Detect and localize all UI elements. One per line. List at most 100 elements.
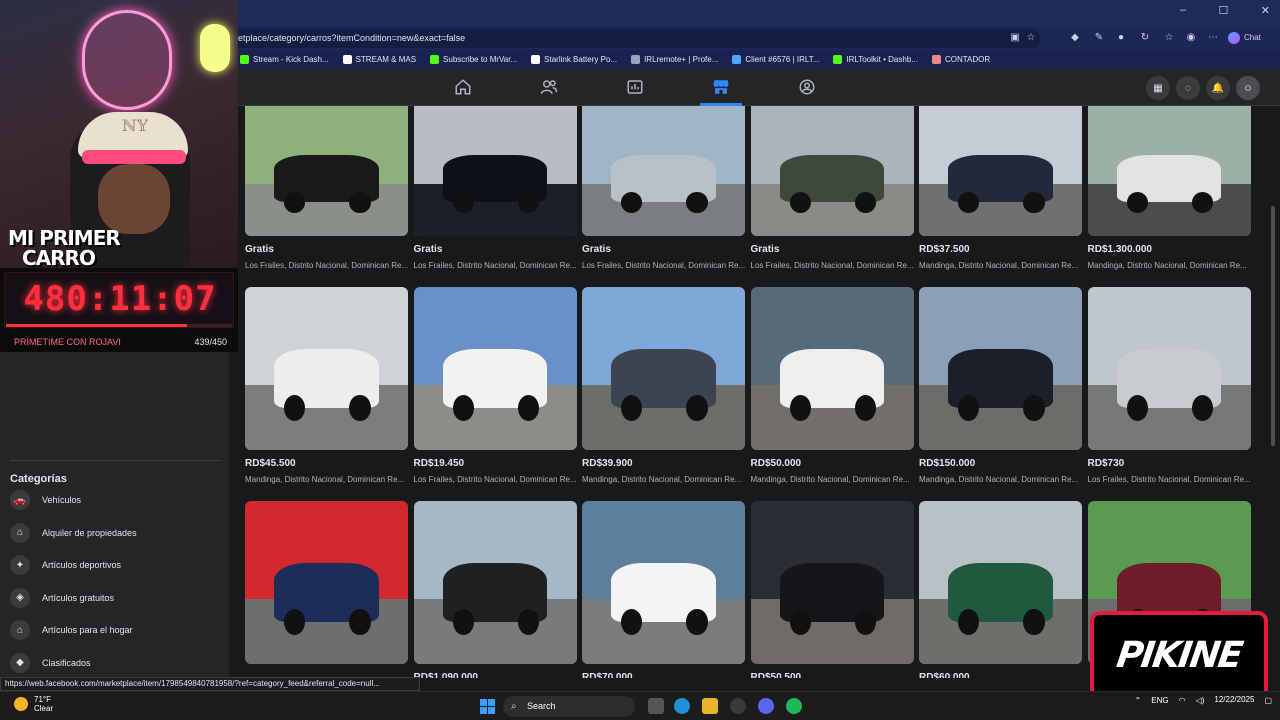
listing-card[interactable]: Gratis Los Frailes, Distrito Nacional, Do… xyxy=(245,106,408,270)
listing-photo[interactable] xyxy=(582,501,745,664)
bookmark-item[interactable]: STREAM & MAS xyxy=(342,54,416,64)
bookmark-item[interactable]: IRLremote+ | Profe... xyxy=(631,54,718,64)
listing-card[interactable]: RD$60.000 xyxy=(919,501,1082,678)
category-item[interactable]: ✦ Artículos deportivos xyxy=(10,554,220,576)
listing-photo[interactable] xyxy=(413,106,577,236)
maximize-button[interactable]: ☐ xyxy=(1219,4,1229,20)
car-wheel xyxy=(1191,394,1213,421)
account-avatar[interactable]: ☺ xyxy=(1236,76,1260,100)
tray-overflow-icon[interactable]: ⌃ xyxy=(1135,696,1142,705)
notification-icon[interactable]: ▢ xyxy=(1264,696,1272,705)
extension-icon[interactable]: ✎ xyxy=(1092,31,1106,45)
weather-widget[interactable]: 71°F Clear xyxy=(14,695,53,713)
listing-card[interactable]: RD$19.450 Los Frailes, Distrito Nacional,… xyxy=(413,287,577,484)
category-item[interactable]: ◈ Artículos gratuitos xyxy=(10,587,220,609)
listing-photo[interactable] xyxy=(750,501,914,664)
listing-photo[interactable] xyxy=(413,501,577,664)
listing-photo[interactable] xyxy=(750,287,914,450)
listing-photo[interactable] xyxy=(413,287,577,450)
menu-grid-icon[interactable]: ▦ xyxy=(1146,76,1170,100)
listing-card[interactable]: Gratis Los Frailes, Distrito Nacional, Do… xyxy=(750,106,914,270)
car-wheel xyxy=(1023,394,1045,421)
groups-icon[interactable] xyxy=(798,78,816,96)
bookmark-item[interactable]: CONTADOR xyxy=(931,54,990,64)
car-wheel xyxy=(854,608,876,635)
marketplace-icon[interactable] xyxy=(712,78,730,96)
bookmark-item[interactable]: Subscribe to MrVar... xyxy=(430,54,517,64)
listing-photo[interactable] xyxy=(245,287,408,450)
refresh-icon[interactable]: ↻ xyxy=(1138,31,1152,45)
home-icon[interactable] xyxy=(454,78,472,96)
listing-price: Gratis xyxy=(245,244,274,255)
listing-card[interactable]: RD$45.500 Mandinga, Distrito Nacional, Do… xyxy=(245,287,408,484)
bookmark-favicon-icon xyxy=(531,54,541,64)
copilot-chat-button[interactable]: Chat xyxy=(1228,29,1268,47)
edge-icon[interactable] xyxy=(674,698,690,714)
listing-card[interactable]: Gratis Los Frailes, Distrito Nacional, Do… xyxy=(413,106,577,270)
listing-photo[interactable] xyxy=(582,287,745,450)
listing-photo[interactable] xyxy=(245,501,408,664)
listing-card[interactable]: RD$39.900 Mandinga, Distrito Nacional, Do… xyxy=(582,287,745,484)
listing-card[interactable]: RD$1.300.000 Mandinga, Distrito Nacional,… xyxy=(1087,106,1251,270)
obs-icon[interactable] xyxy=(730,698,746,714)
category-item[interactable]: ⌂ Artículos para el hogar xyxy=(10,619,220,641)
reader-icon[interactable]: ▣ xyxy=(1008,31,1022,45)
listing-card[interactable]: Gratis Los Frailes, Distrito Nacional, Do… xyxy=(582,106,745,270)
listing-photo[interactable] xyxy=(582,106,745,236)
watch-icon[interactable] xyxy=(626,78,644,96)
more-menu-icon[interactable]: ⋯ xyxy=(1206,31,1220,45)
clock[interactable]: 12/22/2025 xyxy=(1214,695,1254,705)
listing-card[interactable]: RD$1.090.000 xyxy=(413,501,577,678)
spotify-icon[interactable] xyxy=(786,698,802,714)
file-explorer-icon[interactable] xyxy=(702,698,718,714)
listing-photo[interactable] xyxy=(919,501,1082,664)
url-input[interactable] xyxy=(230,29,1040,48)
listing-card[interactable]: RD$730 Los Frailes, Distrito Nacional, Do… xyxy=(1087,287,1251,484)
favorite-star-icon[interactable]: ☆ xyxy=(1024,31,1038,45)
listing-card[interactable]: RD$50.000 Mandinga, Distrito Nacional, Do… xyxy=(750,287,914,484)
divider xyxy=(10,460,220,461)
notifications-bell-icon[interactable]: 🔔 xyxy=(1206,76,1230,100)
taskbar-search[interactable]: ⌕ Search xyxy=(503,696,635,717)
car-wheel xyxy=(284,191,306,213)
friends-icon[interactable] xyxy=(540,78,558,96)
extension-icon[interactable]: ◆ xyxy=(1068,31,1082,45)
bookmark-favicon-icon xyxy=(732,54,742,64)
bookmark-item[interactable]: Starlink Battery Po... xyxy=(531,54,617,64)
windows-start-icon[interactable] xyxy=(480,699,495,714)
car-wheel xyxy=(686,191,708,213)
car-wheel xyxy=(452,394,474,421)
discord-icon[interactable] xyxy=(758,698,774,714)
listing-card[interactable] xyxy=(245,501,408,678)
minimize-button[interactable]: – xyxy=(1180,4,1186,20)
task-view-icon[interactable] xyxy=(648,698,664,714)
listing-photo[interactable] xyxy=(245,106,408,236)
language-indicator[interactable]: ENG xyxy=(1151,696,1168,705)
bookmark-item[interactable]: IRLToolkit • Dashb... xyxy=(833,54,918,64)
favorites-icon[interactable]: ☆ xyxy=(1162,31,1176,45)
category-item[interactable]: ⌂ Alquiler de propiedades xyxy=(10,522,220,544)
page-scrollbar[interactable] xyxy=(1270,106,1276,678)
listing-location: Mandinga, Distrito Nacional, Dominican R… xyxy=(245,475,405,484)
listing-card[interactable]: RD$50.500 xyxy=(750,501,914,678)
profile-avatar-icon[interactable]: ◉ xyxy=(1184,31,1198,45)
listing-photo[interactable] xyxy=(750,106,914,236)
listing-photo[interactable] xyxy=(1087,106,1251,236)
extension-icon[interactable]: ● xyxy=(1114,31,1128,45)
listing-photo[interactable] xyxy=(919,287,1082,450)
messenger-icon[interactable]: ◌ xyxy=(1176,76,1200,100)
listing-location: Los Frailes, Distrito Nacional, Dominica… xyxy=(245,261,408,270)
listing-photo[interactable] xyxy=(1087,287,1251,450)
listing-card[interactable]: RD$70.000 xyxy=(582,501,745,678)
scroll-thumb[interactable] xyxy=(1271,206,1275,446)
listing-card[interactable]: RD$37.500 Mandinga, Distrito Nacional, Do… xyxy=(919,106,1082,270)
listing-photo[interactable] xyxy=(919,106,1082,236)
wifi-icon[interactable]: ◠ xyxy=(1179,696,1186,705)
category-item[interactable]: ◆ Clasificados xyxy=(10,652,220,674)
bookmark-item[interactable]: Stream - Kick Dash... xyxy=(240,54,329,64)
bookmark-item[interactable]: Client #6576 | IRLT... xyxy=(732,54,819,64)
close-window-button[interactable]: ✕ xyxy=(1261,4,1270,20)
listing-card[interactable]: RD$150.000 Mandinga, Distrito Nacional, D… xyxy=(919,287,1082,484)
category-item[interactable]: 🚗 Vehículos xyxy=(10,489,220,511)
volume-icon[interactable]: ◁) xyxy=(1196,696,1205,705)
